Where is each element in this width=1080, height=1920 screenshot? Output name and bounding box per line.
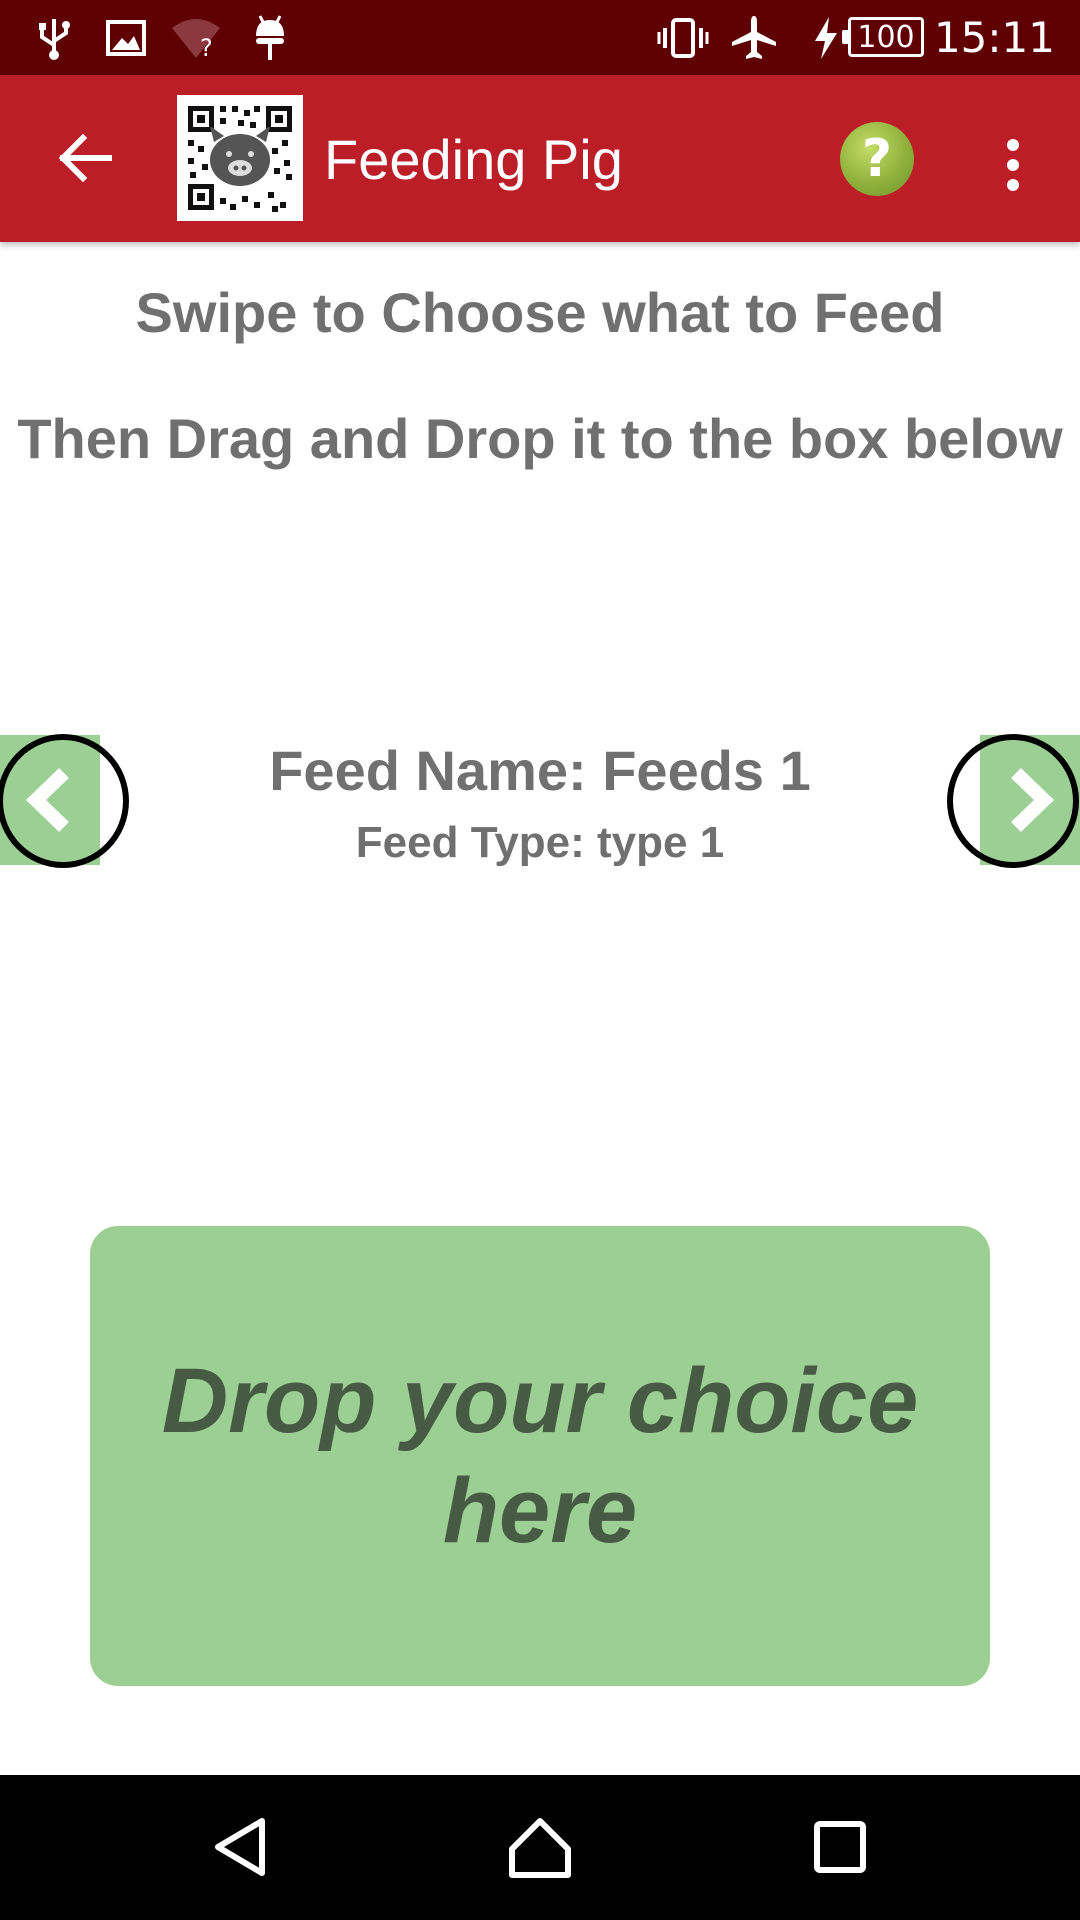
svg-text:?: ? <box>200 34 213 60</box>
image-icon <box>100 12 152 64</box>
android-debug-icon <box>244 12 296 64</box>
instruction-drag: Then Drag and Drop it to the box below <box>17 407 1063 470</box>
system-back-button[interactable] <box>190 1797 290 1897</box>
instruction-swipe: Swipe to Choose what to Feed <box>135 281 945 344</box>
feed-type: Feed Type: type 1 <box>355 818 725 867</box>
airplane-mode-icon <box>728 12 780 64</box>
system-home-button[interactable] <box>490 1797 590 1897</box>
back-button[interactable] <box>40 118 130 198</box>
back-triangle-icon <box>215 1818 265 1876</box>
more-vert-icon <box>1007 139 1019 151</box>
status-bar: ? 100 15:11 <box>0 0 1080 75</box>
arrow-back-icon <box>58 133 112 183</box>
usb-icon <box>28 12 80 64</box>
next-feed-highlight-ring <box>947 734 1079 868</box>
wifi-unknown-icon: ? <box>170 12 222 64</box>
feed-name[interactable]: Feed Name: Feeds 1 <box>0 738 1080 803</box>
help-button[interactable]: ? <box>840 122 914 196</box>
app-title: Feeding Pig <box>324 128 623 191</box>
system-nav-bar <box>0 1775 1080 1920</box>
battery-indicator: 100 <box>842 17 924 57</box>
drop-zone-label: Drop your choice here <box>161 1350 919 1562</box>
app-logo <box>177 95 303 221</box>
app-bar: Feeding Pig ? <box>0 75 1080 242</box>
clock: 15:11 <box>933 13 1055 62</box>
recents-icon <box>814 1821 866 1873</box>
drop-zone[interactable]: Drop your choice here <box>90 1226 990 1686</box>
system-recents-button[interactable] <box>790 1797 890 1897</box>
qr-pig-logo <box>184 102 296 214</box>
vibrate-icon <box>657 12 709 64</box>
home-icon <box>509 1818 571 1878</box>
help-icon: ? <box>861 129 893 189</box>
overflow-menu-button[interactable] <box>988 125 1038 205</box>
